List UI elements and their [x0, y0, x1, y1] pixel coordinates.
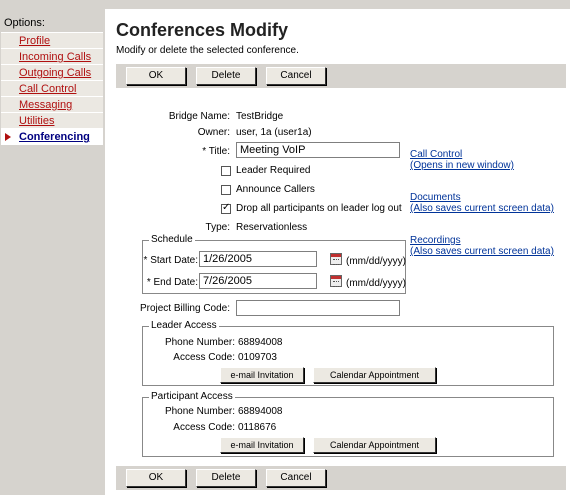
announce-callers-checkbox[interactable]	[221, 185, 231, 195]
top-button-bar: OK Delete Cancel	[116, 64, 566, 88]
sidebar-item-label[interactable]: Profile	[19, 35, 50, 47]
participant-access-legend: Participant Access	[149, 391, 235, 402]
start-date-format: (mm/dd/yyyy)	[346, 256, 406, 267]
page-subtitle: Modify or delete the selected conference…	[116, 45, 299, 56]
leader-access-legend: Leader Access	[149, 320, 219, 331]
announce-callers-label: Announce Callers	[236, 184, 315, 195]
sidebar-item-label[interactable]: Call Control	[19, 83, 76, 95]
documents-link[interactable]: Documents	[410, 192, 461, 203]
call-control-sublink[interactable]: (Opens in new window)	[410, 160, 514, 171]
sidebar-item-label[interactable]: Conferencing	[19, 131, 90, 143]
end-date-calendar-icon[interactable]	[330, 275, 342, 287]
sidebar-item-messaging[interactable]: Messaging	[1, 97, 103, 113]
sidebar-title: Options:	[4, 17, 45, 29]
type-value: Reservationless	[236, 222, 308, 233]
project-billing-label: Project Billing Code:	[139, 303, 230, 314]
recordings-sublink[interactable]: (Also saves current screen data)	[410, 246, 554, 257]
participant-code-value: 0118676	[238, 422, 277, 433]
start-date-label: * Start Date:	[143, 255, 198, 266]
cancel-button[interactable]: Cancel	[266, 67, 326, 85]
end-date-label: * End Date:	[146, 277, 198, 288]
leader-required-checkbox[interactable]	[221, 166, 231, 176]
type-label: Type:	[205, 222, 230, 233]
sidebar-item-label[interactable]: Incoming Calls	[19, 51, 91, 63]
leader-code-value: 0109703	[238, 352, 277, 363]
participant-phone-value: 68894008	[238, 406, 283, 417]
delete-button[interactable]: Delete	[196, 67, 256, 85]
start-date-input[interactable]	[199, 251, 317, 267]
title-label: * Title:	[202, 146, 230, 157]
start-date-calendar-icon[interactable]	[330, 253, 342, 265]
sidebar-item-outgoing-calls[interactable]: Outgoing Calls	[1, 65, 103, 81]
sidebar-item-call-control[interactable]: Call Control	[1, 81, 103, 97]
participant-email-invitation-button[interactable]: e-mail Invitation	[220, 437, 304, 453]
top-bar	[105, 0, 570, 9]
owner-value: user, 1a (user1a)	[236, 127, 312, 138]
participant-calendar-appointment-button[interactable]: Calendar Appointment	[313, 437, 436, 453]
documents-sublink[interactable]: (Also saves current screen data)	[410, 203, 554, 214]
leader-code-label: Access Code:	[173, 352, 235, 363]
sidebar-item-utilities[interactable]: Utilities	[1, 113, 103, 129]
delete-button[interactable]: Delete	[196, 469, 256, 487]
project-billing-input[interactable]	[236, 300, 400, 316]
bridge-name-label: Bridge Name:	[168, 111, 230, 122]
bridge-name-value: TestBridge	[236, 111, 284, 122]
ok-button[interactable]: OK	[126, 67, 186, 85]
leader-phone-value: 68894008	[238, 337, 283, 348]
sidebar-item-conferencing[interactable]: Conferencing	[1, 129, 103, 145]
sidebar-item-incoming-calls[interactable]: Incoming Calls	[1, 49, 103, 65]
sidebar-item-label[interactable]: Outgoing Calls	[19, 67, 91, 79]
leader-calendar-appointment-button[interactable]: Calendar Appointment	[313, 367, 436, 383]
participant-phone-label: Phone Number:	[164, 406, 235, 417]
drop-all-checkbox[interactable]	[221, 202, 231, 214]
leader-email-invitation-button[interactable]: e-mail Invitation	[220, 367, 304, 383]
owner-label: Owner:	[197, 127, 230, 138]
leader-phone-label: Phone Number:	[164, 337, 235, 348]
drop-all-label: Drop all participants on leader log out	[236, 203, 402, 214]
recordings-link[interactable]: Recordings	[410, 235, 461, 246]
title-input[interactable]	[236, 142, 400, 158]
sidebar-item-label[interactable]: Utilities	[19, 115, 54, 127]
ok-button[interactable]: OK	[126, 469, 186, 487]
end-date-input[interactable]	[199, 273, 317, 289]
cancel-button[interactable]: Cancel	[266, 469, 326, 487]
page-title: Conferences Modify	[116, 20, 289, 40]
schedule-legend: Schedule	[149, 234, 195, 245]
sidebar-item-label[interactable]: Messaging	[19, 99, 72, 111]
sidebar-item-profile[interactable]: Profile	[1, 33, 103, 49]
bottom-button-bar: OK Delete Cancel	[116, 466, 566, 490]
nav-list: Profile Incoming Calls Outgoing Calls Ca…	[1, 32, 103, 145]
participant-code-label: Access Code:	[173, 422, 235, 433]
end-date-format: (mm/dd/yyyy)	[346, 278, 406, 289]
active-arrow-icon	[5, 133, 11, 141]
sidebar: Options: Profile Incoming Calls Outgoing…	[0, 0, 105, 495]
call-control-link[interactable]: Call Control	[410, 149, 462, 160]
leader-required-label: Leader Required	[236, 165, 311, 176]
